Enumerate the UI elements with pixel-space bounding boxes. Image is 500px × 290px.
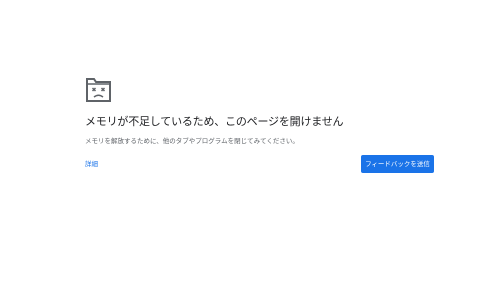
error-message: メモリを解放するために、他のタブやプログラムを閉じてみてください。 <box>85 137 299 145</box>
details-link[interactable]: 詳細 <box>85 160 98 169</box>
error-title: メモリが不足しているため、このページを開けません <box>85 115 344 128</box>
sad-folder-icon <box>86 78 111 102</box>
error-page: メモリが不足しているため、このページを開けません メモリを解放するために、他のタ… <box>0 0 500 290</box>
send-feedback-button[interactable]: フィードバックを送信 <box>361 155 434 173</box>
